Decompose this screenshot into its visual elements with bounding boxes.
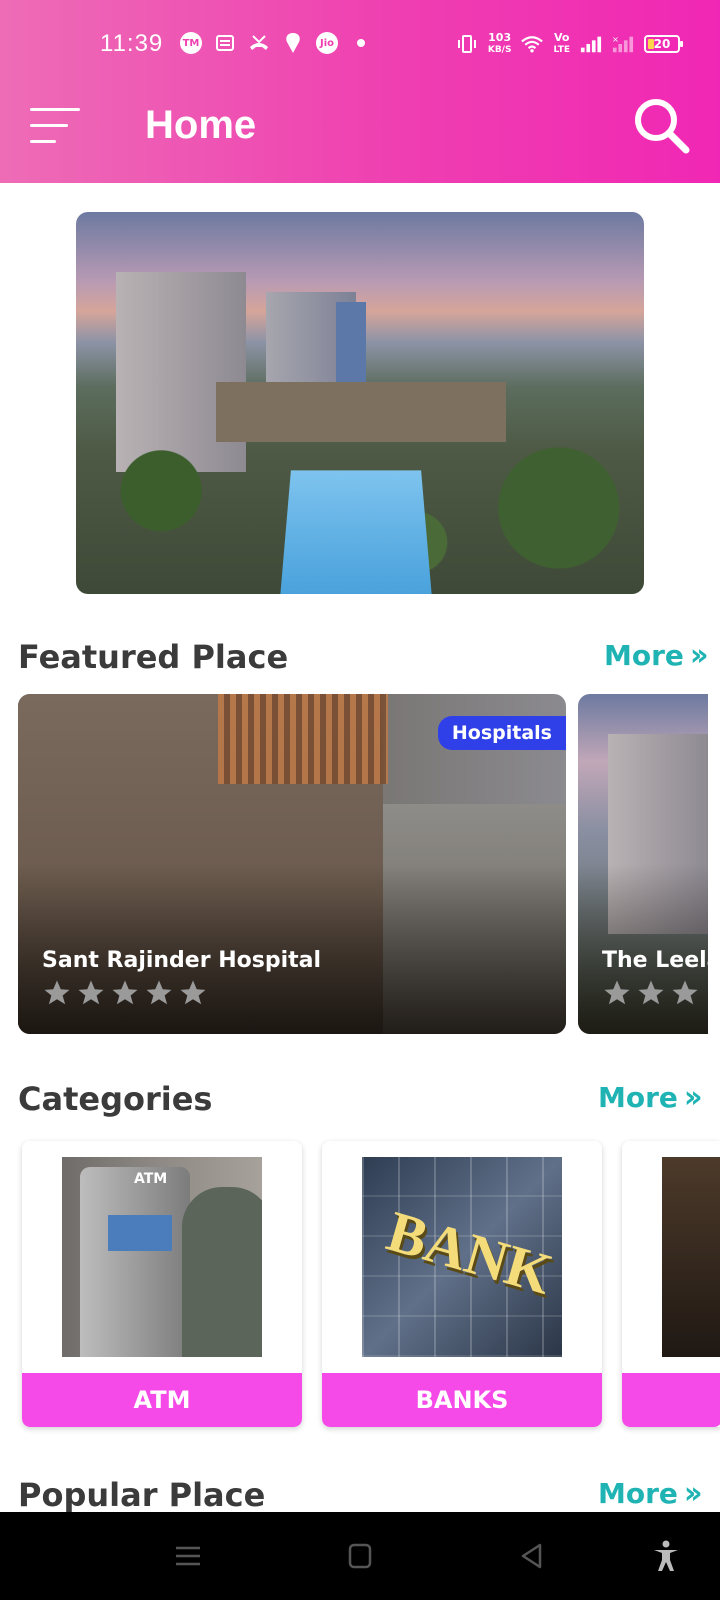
double-chevron-right-icon: ›› xyxy=(683,1080,703,1115)
hero-banner-image[interactable] xyxy=(76,212,644,594)
featured-more-label: More xyxy=(604,639,684,672)
star-icon xyxy=(672,980,698,1005)
volte-bottom: LTE xyxy=(553,45,570,55)
recent-apps-icon[interactable] xyxy=(170,1538,206,1574)
hero-building xyxy=(336,302,366,382)
hero-pool xyxy=(280,470,432,594)
swiggy-icon xyxy=(282,32,304,54)
atm-sign: ATM xyxy=(134,1171,168,1187)
volte-label: Vo LTE xyxy=(553,32,570,56)
atm-screen xyxy=(108,1215,172,1251)
popular-section-title: Popular Place xyxy=(18,1476,266,1514)
category-card-partial[interactable] xyxy=(622,1141,720,1427)
vibrate-icon xyxy=(456,33,478,55)
category-badge: Hospitals xyxy=(437,716,566,750)
featured-section-title: Featured Place xyxy=(18,638,289,676)
status-bar: 11:39 TM Jio 103 KB/S Vo LTE × 20 xyxy=(0,26,720,66)
category-label: ATM xyxy=(22,1373,302,1427)
category-card-atm[interactable]: ATM ATM xyxy=(22,1141,302,1427)
net-speed-value: 103 xyxy=(488,31,512,44)
search-icon[interactable] xyxy=(632,96,692,156)
missed-call-icon xyxy=(248,32,270,54)
categories-more-link[interactable]: More ›› xyxy=(598,1080,703,1115)
status-system-icons: 103 KB/S Vo LTE × 20 xyxy=(456,32,683,56)
star-icon xyxy=(112,980,138,1005)
category-label xyxy=(622,1373,720,1427)
status-notification-icons: TM Jio xyxy=(180,32,372,54)
menu-icon[interactable] xyxy=(30,104,82,148)
category-image: BANK xyxy=(362,1157,562,1357)
battery-icon: 20 xyxy=(644,35,683,53)
double-chevron-right-icon: ›› xyxy=(689,638,709,673)
status-time: 11:39 xyxy=(100,30,164,57)
star-icon xyxy=(180,980,206,1005)
battery-level: 20 xyxy=(653,37,671,51)
category-image xyxy=(662,1157,720,1357)
news-icon xyxy=(214,32,236,54)
atm-person xyxy=(182,1187,262,1357)
jio-icon: Jio xyxy=(316,32,338,54)
category-card-banks[interactable]: BANK BANKS xyxy=(322,1141,602,1427)
volte-top: Vo xyxy=(553,31,570,44)
categories-more-label: More xyxy=(598,1081,678,1114)
atm-machine xyxy=(80,1167,190,1357)
home-nav-icon[interactable] xyxy=(342,1538,378,1574)
signal-icon xyxy=(580,33,602,55)
featured-card-name: Sant Rajinder Hospital xyxy=(42,948,322,973)
wifi-icon xyxy=(521,33,544,55)
star-icon xyxy=(638,980,664,1005)
star-icon xyxy=(44,980,70,1005)
star-icon xyxy=(146,980,172,1005)
net-speed: 103 KB/S xyxy=(488,32,512,56)
category-label: BANKS xyxy=(322,1373,602,1427)
app-header: 11:39 TM Jio 103 KB/S Vo LTE × 20 Home xyxy=(0,0,720,183)
tm-icon: TM xyxy=(180,32,202,54)
page-title: Home xyxy=(145,103,257,147)
popular-more-label: More xyxy=(598,1477,678,1510)
back-icon[interactable] xyxy=(514,1538,550,1574)
category-image: ATM xyxy=(62,1157,262,1357)
featured-card[interactable]: The Leela xyxy=(578,694,708,1034)
rating-stars xyxy=(42,978,208,1008)
categories-section-title: Categories xyxy=(18,1080,213,1118)
featured-more-link[interactable]: More ›› xyxy=(604,638,709,673)
star-icon xyxy=(78,980,104,1005)
featured-card-name: The Leela xyxy=(602,948,708,973)
net-speed-unit: KB/S xyxy=(487,45,512,55)
svg-text:×: × xyxy=(612,34,619,44)
system-navigation-bar xyxy=(0,1512,720,1600)
signal-x-icon: × xyxy=(612,33,634,55)
popular-more-link[interactable]: More ›› xyxy=(598,1476,703,1511)
double-chevron-right-icon: ›› xyxy=(683,1476,703,1511)
rating-stars xyxy=(602,978,700,1008)
card-photo-detail xyxy=(218,694,388,784)
featured-card[interactable]: Hospitals Sant Rajinder Hospital xyxy=(18,694,566,1034)
star-icon xyxy=(604,980,630,1005)
accessibility-icon[interactable] xyxy=(648,1538,684,1574)
dot-icon xyxy=(350,32,372,54)
